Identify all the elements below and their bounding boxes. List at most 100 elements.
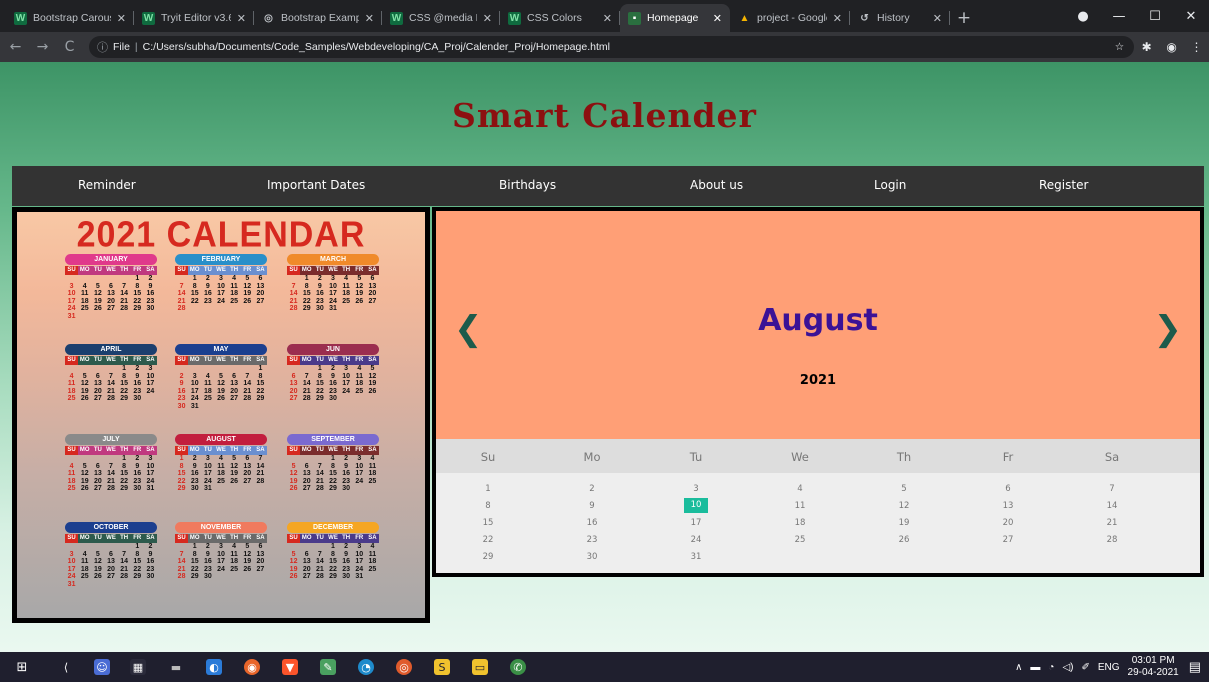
back-icon[interactable]: ← (4, 39, 27, 55)
day-cell[interactable]: 23 (580, 534, 604, 546)
browser-tab[interactable]: ◎ Bootstrap Exampl ✕ (254, 4, 382, 32)
bookmark-star-icon[interactable]: ☆ (1115, 41, 1124, 53)
sublime-icon[interactable]: S (434, 659, 450, 675)
day-cell[interactable]: 5 (892, 483, 916, 495)
day-cell[interactable]: 1 (476, 483, 500, 495)
close-tab-icon[interactable]: ✕ (603, 12, 612, 25)
day-cell[interactable]: 28 (1100, 534, 1124, 546)
day-cell[interactable]: 24 (684, 534, 708, 546)
profile-icon[interactable]: ● (1065, 9, 1101, 24)
day-cell[interactable]: 3 (684, 483, 708, 495)
show-hidden-icons-icon[interactable]: ∧ (1015, 662, 1022, 673)
clock[interactable]: 03:01 PM 29-04-2021 (1128, 655, 1179, 679)
notepad-icon[interactable]: ✎ (320, 659, 336, 675)
nav-important-dates[interactable]: Important Dates (267, 178, 365, 192)
browser-tab[interactable]: W Tryit Editor v3.6 ✕ (134, 4, 254, 32)
day-cell[interactable]: 4 (788, 483, 812, 495)
wifi-icon[interactable]: ◔ (1048, 662, 1054, 673)
day-cell[interactable]: 27 (996, 534, 1020, 546)
browser-tab[interactable]: ▪ Homepage ✕ (620, 4, 730, 32)
maximize-button[interactable]: ☐ (1137, 9, 1173, 24)
teams-icon[interactable]: ☺ (94, 659, 110, 675)
mini-day: 29 (329, 573, 337, 580)
forward-icon[interactable]: → (31, 39, 54, 55)
nav-birthdays[interactable]: Birthdays (499, 178, 556, 192)
day-cell-today[interactable]: 10 (684, 498, 708, 513)
day-cell[interactable]: 15 (476, 517, 500, 529)
browser-tab[interactable]: ▲ project - Google ✕ (730, 4, 850, 32)
nav-register[interactable]: Register (1039, 178, 1088, 192)
day-cell[interactable]: 22 (476, 534, 500, 546)
close-tab-icon[interactable]: ✕ (365, 12, 374, 25)
close-window-button[interactable]: ✕ (1173, 9, 1209, 24)
info-icon[interactable]: ⓘ (97, 39, 108, 55)
day-cell[interactable]: 17 (684, 517, 708, 529)
edge-icon[interactable]: ◐ (206, 659, 222, 675)
whatsapp-icon[interactable]: ✆ (510, 659, 526, 675)
day-cell[interactable]: 29 (476, 551, 500, 563)
browser-tab[interactable]: W CSS Colors ✕ (500, 4, 620, 32)
mini-day: 19 (355, 290, 364, 297)
file-explorer-icon[interactable]: ▭ (472, 659, 488, 675)
mini-day: 19 (93, 565, 102, 573)
day-cell[interactable]: 21 (1100, 517, 1124, 529)
browser-tab[interactable]: W Bootstrap Carous ✕ (6, 4, 134, 32)
mini-weekday: FR (355, 447, 364, 453)
mini-day: 8 (331, 550, 335, 558)
day-cell[interactable]: 20 (996, 517, 1020, 529)
day-cell[interactable]: 12 (892, 500, 916, 512)
network-app-icon[interactable]: ◔ (358, 659, 374, 675)
url-field[interactable]: ⓘ File | C:/Users/subha/Documents/Code_S… (89, 36, 1135, 58)
store-icon[interactable]: ▦ (130, 659, 146, 675)
mini-day: 25 (355, 387, 364, 395)
browser-tab[interactable]: W CSS @media Rule ✕ (382, 4, 500, 32)
day-cell[interactable]: 7 (1100, 483, 1124, 495)
day-cell[interactable]: 16 (580, 517, 604, 529)
day-cell[interactable]: 13 (996, 500, 1020, 512)
chrome-icon[interactable]: ◎ (396, 659, 412, 675)
extensions-icon[interactable]: ✱ (1134, 40, 1159, 54)
day-cell[interactable]: 6 (996, 483, 1020, 495)
nav-about-us[interactable]: About us (690, 178, 743, 192)
firefox-icon[interactable]: ◉ (244, 659, 260, 675)
menu-kebab-icon[interactable]: ⋮ (1184, 40, 1209, 54)
nav-reminder[interactable]: Reminder (78, 178, 136, 192)
close-tab-icon[interactable]: ✕ (833, 12, 842, 25)
mini-day: 31 (329, 305, 337, 312)
day-cell[interactable]: 11 (788, 500, 812, 512)
brave-icon[interactable]: ▼ (282, 659, 298, 675)
day-cell[interactable]: 14 (1100, 500, 1124, 512)
day-cell[interactable]: 26 (892, 534, 916, 546)
notification-center-icon[interactable]: ▤ (1189, 659, 1201, 675)
mini-day: 4 (82, 550, 87, 558)
language-indicator[interactable]: ENG (1098, 662, 1120, 673)
new-tab-icon[interactable]: + (950, 4, 978, 32)
day-cell[interactable]: 19 (892, 517, 916, 529)
day-cell[interactable]: 9 (580, 500, 604, 512)
close-tab-icon[interactable]: ✕ (713, 12, 722, 25)
mini-weekday: SA (368, 267, 377, 273)
screen-icon[interactable]: ▬ (168, 659, 184, 675)
browser-tab[interactable]: ↺ History ✕ (850, 4, 950, 32)
account-avatar-icon[interactable]: ◉ (1159, 40, 1184, 54)
mini-day: 24 (342, 387, 351, 395)
close-tab-icon[interactable]: ✕ (117, 12, 126, 25)
day-cell[interactable]: 30 (580, 551, 604, 563)
day-cell[interactable]: 8 (476, 500, 500, 512)
nav-login[interactable]: Login (874, 178, 906, 192)
close-tab-icon[interactable]: ✕ (483, 12, 492, 25)
day-cell[interactable]: 31 (684, 551, 708, 563)
minimize-button[interactable]: — (1101, 9, 1137, 24)
volume-icon[interactable]: ◁) (1062, 662, 1073, 673)
day-cell[interactable]: 25 (788, 534, 812, 546)
windows-start-icon[interactable]: ⊞ (14, 659, 30, 675)
day-cell[interactable]: 2 (580, 483, 604, 495)
battery-icon[interactable]: ▬ (1030, 662, 1040, 673)
close-tab-icon[interactable]: ✕ (237, 12, 246, 25)
pen-icon[interactable]: ✐ (1081, 662, 1089, 673)
reload-icon[interactable]: C (58, 39, 81, 55)
mini-day: 14 (256, 462, 265, 470)
day-cell[interactable]: 18 (788, 517, 812, 529)
cortana-icon[interactable]: ⟨ (58, 659, 74, 675)
close-tab-icon[interactable]: ✕ (933, 12, 942, 25)
